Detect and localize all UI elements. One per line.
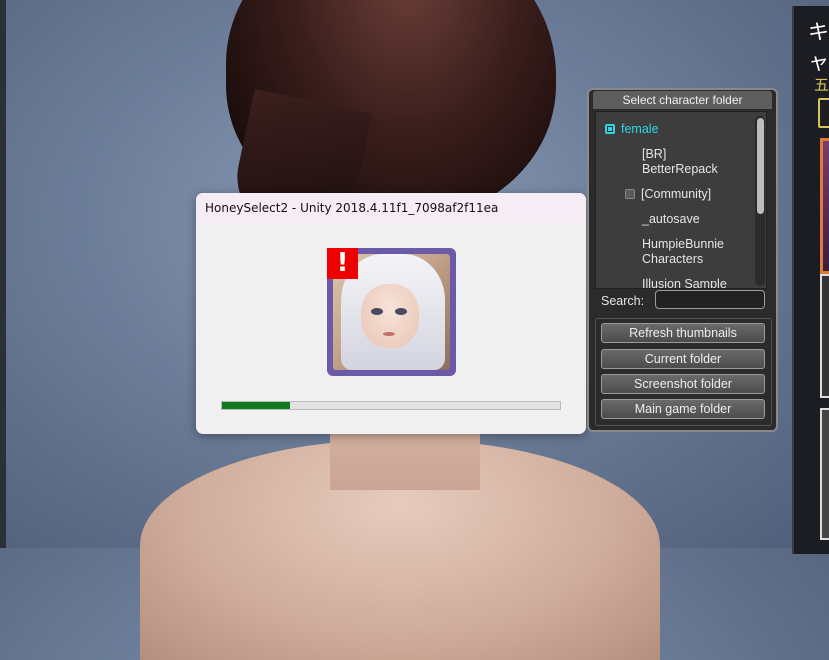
icon-face [361,284,419,348]
game-right-panel: キャ 五 [792,6,829,554]
dialog-titlebar[interactable]: HoneySelect2 - Unity 2018.4.11f1_7098af2… [196,193,586,223]
folder-item-humpiebunnie[interactable]: HumpieBunnie Characters [642,237,724,267]
character-card-thumbnail[interactable] [820,138,829,274]
screenshot-folder-button[interactable]: Screenshot folder [601,374,765,394]
icon-eye [371,308,383,315]
left-edge [0,0,6,548]
folder-item-betterrepack[interactable]: [BR] BetterRepack [642,147,718,177]
search-input[interactable] [655,290,765,309]
folder-item-community[interactable]: [Community] [641,187,711,202]
folder-item-illusion-sample[interactable]: Illusion Sample [642,277,727,288]
loading-progress-bar [221,401,561,410]
folder-item-female[interactable]: female [621,122,659,137]
character-folder-panel: Select character folder female [BR] Bett… [587,88,778,432]
right-panel-icon[interactable] [818,98,829,128]
main-game-folder-button[interactable]: Main game folder [601,399,765,419]
right-panel-title: キャ [808,20,829,74]
search-label: Search: [601,294,645,308]
loading-progress-fill [222,402,290,409]
warning-icon: ! [327,248,358,279]
folder-toggle-icon[interactable] [605,124,615,134]
character-card-thumbnail[interactable] [820,274,829,398]
icon-eye [395,308,407,315]
folder-toggle-icon[interactable] [625,189,635,199]
folder-item-autosave[interactable]: _autosave [642,212,700,227]
right-panel-subtitle: 五 [814,76,829,94]
tree-scrollbar-thumb[interactable] [757,118,764,214]
folder-panel-title: Select character folder [593,91,772,109]
current-folder-button[interactable]: Current folder [601,349,765,369]
dialog-title: HoneySelect2 - Unity 2018.4.11f1_7098af2… [205,201,499,215]
folder-tree: female [BR] BetterRepack [Community] _au… [595,111,767,289]
refresh-thumbnails-button[interactable]: Refresh thumbnails [601,323,765,343]
icon-mouth [383,332,395,336]
character-card-thumbnail[interactable] [820,408,829,540]
loading-dialog: HoneySelect2 - Unity 2018.4.11f1_7098af2… [196,193,586,434]
app-icon: ! [327,248,456,376]
